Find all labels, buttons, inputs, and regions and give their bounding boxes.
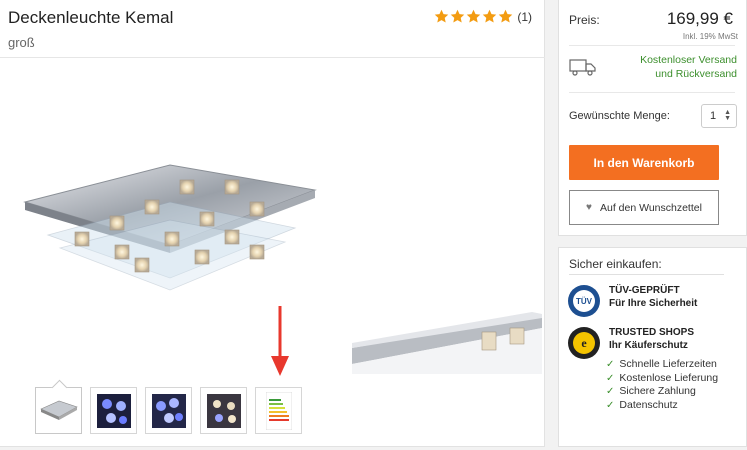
check-icon: ✓ [606, 399, 615, 411]
tuv-line1: TÜV-GEPRÜFT [609, 285, 680, 296]
product-zoom-image [352, 312, 542, 374]
tuv-badge-icon: TÜV [568, 285, 600, 317]
divider [569, 92, 735, 93]
list-item: ✓ Kostenlose Lieferung [606, 372, 718, 386]
tuv-seal[interactable]: TÜV TÜV-GEPRÜFT Für Ihre Sicherheit [567, 284, 697, 318]
rating-count[interactable]: (1) [517, 10, 532, 24]
product-title: Deckenleuchte Kemal [8, 8, 174, 27]
product-subtitle: groß [8, 35, 35, 50]
thumbnail-lamp-image [39, 400, 78, 420]
energy-label-icon [265, 391, 292, 430]
benefit-label: Datenschutz [619, 398, 678, 411]
star-icon [451, 9, 465, 23]
list-item: ✓ Sichere Zahlung [606, 385, 718, 399]
thumbnail-3[interactable] [145, 387, 192, 434]
trusted-shops-seal[interactable]: e TRUSTED SHOPS Ihr Käuferschutz [567, 326, 694, 360]
thumbnail-warm-lamp-image [206, 393, 241, 428]
star-icon [499, 9, 513, 23]
shipping-text: Kostenloser Versand und Rückversand [597, 53, 737, 81]
divider [569, 45, 735, 46]
benefit-label: Schnelle Lieferzeiten [619, 358, 717, 370]
benefit-label: Kostenlose Lieferung [619, 371, 719, 384]
trusted-shops-line2: Ihr Käuferschutz [609, 340, 688, 351]
product-main-image[interactable] [20, 150, 320, 300]
quantity-label: Gewünschte Menge: [569, 110, 670, 122]
rating[interactable]: (1) [434, 9, 532, 24]
benefit-label: Sichere Zahlung [619, 385, 696, 397]
arrow-down-icon [271, 306, 289, 376]
tuv-text: TÜV-GEPRÜFT Für Ihre Sicherheit [609, 284, 697, 310]
buy-box: Preis: 169,99 € Inkl. 19% MwSt Kostenlos… [558, 0, 747, 236]
benefit-list: ✓ Schnelle Lieferzeiten ✓ Kostenlose Liefe… [606, 358, 718, 412]
wishlist-button[interactable]: ♥ Auf den Wunschzettel [569, 190, 719, 225]
list-item: ✓ Datenschutz [606, 399, 718, 413]
thumbnail-1[interactable] [35, 387, 82, 434]
secure-shopping-box: Sicher einkaufen: TÜV TÜV-GEPRÜFT Für Ih… [558, 247, 747, 447]
price-value: 169,99 € [666, 9, 733, 28]
trusted-shops-badge-icon: e [568, 327, 600, 359]
price-row: Preis: 169,99 € [569, 9, 733, 29]
svg-text:e: e [581, 336, 587, 350]
shipping-info: Kostenloser Versand und Rückversand [569, 53, 737, 81]
divider [569, 274, 724, 275]
list-item: ✓ Schnelle Lieferzeiten [606, 358, 718, 372]
quantity-row: Gewünschte Menge: 1 ▲ ▼ [569, 104, 737, 128]
truck-icon [569, 59, 596, 76]
quantity-select[interactable]: 1 ▲ ▼ [701, 104, 737, 128]
tuv-line2: Für Ihre Sicherheit [609, 298, 698, 309]
add-to-cart-button[interactable]: In den Warenkorb [569, 145, 719, 180]
wishlist-label: Auf den Wunschzettel [599, 201, 702, 214]
star-icon [467, 9, 481, 23]
check-icon: ✓ [606, 359, 615, 370]
product-page: Deckenleuchte Kemal groß (1) Preis: 169,… [0, 0, 747, 450]
quantity-value: 1 [710, 110, 717, 122]
check-icon: ✓ [606, 372, 615, 384]
thumbnail-strip [35, 387, 310, 434]
tuv-badge-text: TÜV [576, 297, 593, 306]
shipping-text-line1: Kostenloser Versand [640, 54, 737, 66]
product-panel: Deckenleuchte Kemal groß (1) [0, 0, 545, 447]
trusted-shops-line1: TRUSTED SHOPS [609, 327, 695, 338]
heart-icon: ♥ [586, 202, 592, 213]
price-label: Preis: [569, 13, 600, 27]
tax-note: Inkl. 19% MwSt [682, 32, 738, 41]
thumbnail-blue-lamp-image [96, 393, 131, 428]
star-icon [435, 9, 449, 23]
trusted-shops-text: TRUSTED SHOPS Ihr Käuferschutz [609, 326, 694, 352]
select-arrows-icon: ▲ ▼ [724, 109, 731, 122]
check-icon: ✓ [606, 386, 615, 397]
secure-title: Sicher einkaufen: [569, 257, 662, 271]
thumbnail-5[interactable] [255, 387, 302, 434]
divider [0, 57, 545, 58]
thumbnail-2[interactable] [90, 387, 137, 434]
star-icon [483, 9, 497, 23]
thumbnail-4[interactable] [200, 387, 247, 434]
thumbnail-blue-lamp-image [151, 393, 186, 428]
shipping-text-line2: und Rückversand [655, 68, 737, 80]
